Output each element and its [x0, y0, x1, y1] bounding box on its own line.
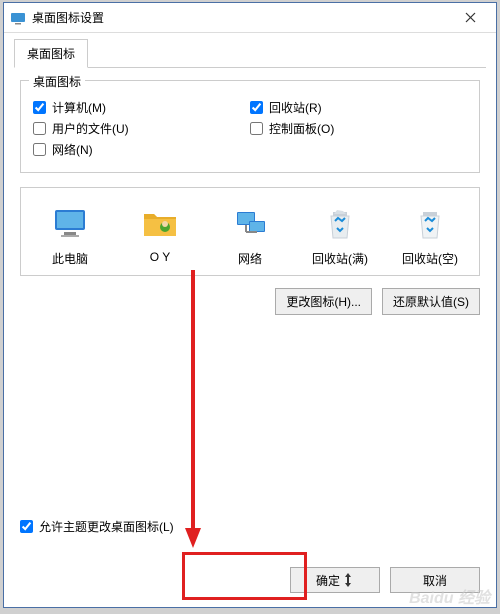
check-allow-theme-label: 允许主题更改桌面图标(L)	[39, 518, 174, 535]
resize-cursor-icon	[342, 573, 354, 587]
title-bar: 桌面图标设置	[4, 3, 496, 33]
dialog-window: 桌面图标设置 桌面图标 桌面图标 计算机(M) 用户的文件(U) 网络(N) 回…	[3, 2, 497, 608]
icon-preview-box: 此电脑 O Y 网络 回收站(满) 回收站(空)	[20, 187, 480, 276]
icon-recycle-empty-label: 回收站(空)	[394, 250, 466, 267]
check-userfiles-label: 用户的文件(U)	[52, 120, 129, 137]
restore-default-button[interactable]: 还原默认值(S)	[382, 288, 480, 315]
ok-button[interactable]: 确定	[290, 567, 380, 593]
icon-recycle-full-label: 回收站(满)	[304, 250, 376, 267]
icon-network-label: 网络	[214, 250, 286, 267]
recycle-full-icon	[321, 204, 359, 242]
check-recycle-label: 回收站(R)	[269, 99, 322, 116]
icon-this-pc[interactable]: 此电脑	[34, 204, 106, 267]
cancel-button[interactable]: 取消	[390, 567, 480, 593]
folder-user-icon	[141, 204, 179, 242]
check-controlpanel[interactable]: 控制面板(O)	[250, 120, 467, 137]
fieldset-legend: 桌面图标	[29, 73, 85, 90]
icon-recycle-empty[interactable]: 回收站(空)	[394, 204, 466, 267]
check-network-label: 网络(N)	[52, 141, 93, 158]
icon-network[interactable]: 网络	[214, 204, 286, 267]
check-userfiles[interactable]: 用户的文件(U)	[33, 120, 250, 137]
window-title: 桌面图标设置	[32, 9, 450, 26]
icon-user-folder-label: O Y	[124, 250, 196, 264]
icon-action-row: 更改图标(H)... 还原默认值(S)	[20, 288, 480, 315]
desktop-icons-fieldset: 桌面图标 计算机(M) 用户的文件(U) 网络(N) 回收站(R) 控制面板(O…	[20, 80, 480, 173]
check-computer[interactable]: 计算机(M)	[33, 99, 250, 116]
close-button[interactable]	[450, 4, 490, 32]
icon-recycle-full[interactable]: 回收站(满)	[304, 204, 376, 267]
check-allow-theme[interactable]: 允许主题更改桌面图标(L)	[20, 518, 480, 535]
icon-user-folder[interactable]: O Y	[124, 204, 196, 267]
change-icon-button[interactable]: 更改图标(H)...	[275, 288, 372, 315]
check-network[interactable]: 网络(N)	[33, 141, 250, 158]
network-icon	[231, 204, 269, 242]
recycle-empty-icon	[411, 204, 449, 242]
dialog-content: 桌面图标 计算机(M) 用户的文件(U) 网络(N) 回收站(R) 控制面板(O…	[4, 68, 496, 557]
icon-this-pc-label: 此电脑	[34, 250, 106, 267]
ok-button-label: 确定	[316, 572, 340, 589]
dialog-footer: 确定 取消	[4, 557, 496, 607]
monitor-icon	[51, 204, 89, 242]
app-icon	[10, 10, 26, 26]
check-computer-label: 计算机(M)	[52, 99, 106, 116]
tab-desktop-icons[interactable]: 桌面图标	[14, 39, 88, 68]
check-controlpanel-label: 控制面板(O)	[269, 120, 334, 137]
tab-strip: 桌面图标	[4, 33, 496, 68]
check-recycle[interactable]: 回收站(R)	[250, 99, 467, 116]
